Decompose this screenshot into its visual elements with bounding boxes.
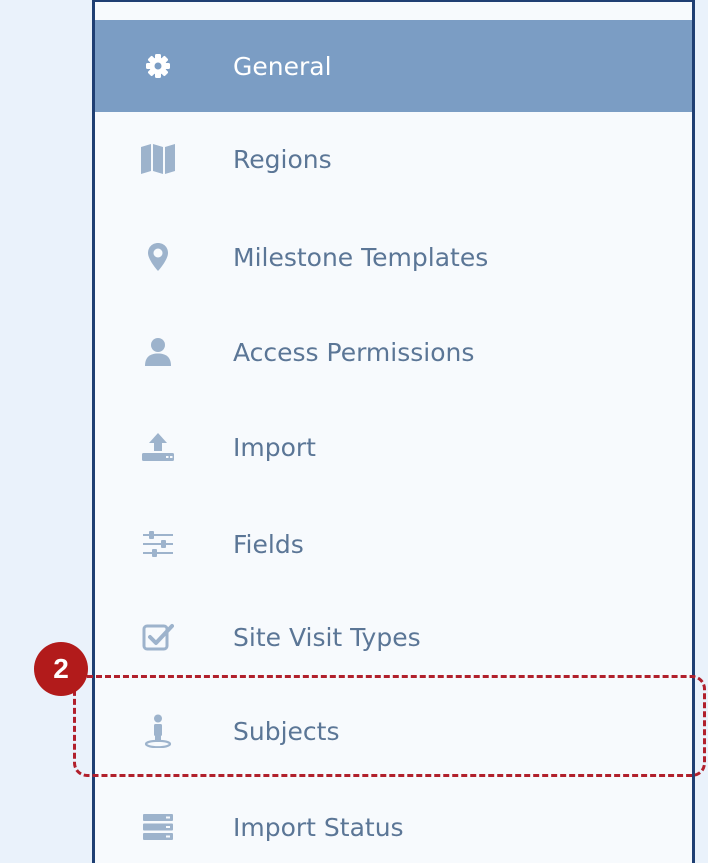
sliders-icon (137, 523, 179, 565)
sidebar-item-label: Import (233, 432, 316, 462)
upload-icon (137, 426, 179, 468)
map-icon (137, 138, 179, 180)
person-pin-icon (137, 710, 179, 752)
checkbox-icon (137, 616, 179, 658)
sidebar-item-label: Fields (233, 529, 304, 559)
sidebar-item-site-visit-types[interactable]: Site Visit Types (95, 590, 692, 684)
sidebar-item-fields[interactable]: Fields (95, 497, 692, 591)
sidebar-item-label: Site Visit Types (233, 622, 421, 652)
map-marker-icon (137, 236, 179, 278)
sidebar-item-general[interactable]: General (95, 20, 692, 112)
user-icon (137, 331, 179, 373)
sidebar-item-label: Access Permissions (233, 337, 475, 367)
sidebar-item-label: General (233, 51, 332, 81)
sidebar-item-label: Import Status (233, 812, 404, 842)
step-number-badge: 2 (34, 642, 88, 696)
sidebar-item-milestone-templates[interactable]: Milestone Templates (95, 210, 692, 304)
settings-sidebar: General Regions Milestone Templates Acce… (92, 0, 695, 863)
sidebar-item-subjects[interactable]: Subjects (95, 684, 692, 778)
settings-screen: General Regions Milestone Templates Acce… (0, 0, 708, 863)
sidebar-item-access-permissions[interactable]: Access Permissions (95, 305, 692, 399)
sidebar-item-label: Regions (233, 144, 332, 174)
gear-icon (137, 45, 179, 87)
sidebar-item-regions[interactable]: Regions (95, 112, 692, 206)
server-icon (137, 806, 179, 848)
sidebar-item-import[interactable]: Import (95, 400, 692, 494)
sidebar-item-label: Subjects (233, 716, 340, 746)
sidebar-item-label: Milestone Templates (233, 242, 489, 272)
sidebar-item-import-status[interactable]: Import Status (95, 780, 692, 863)
